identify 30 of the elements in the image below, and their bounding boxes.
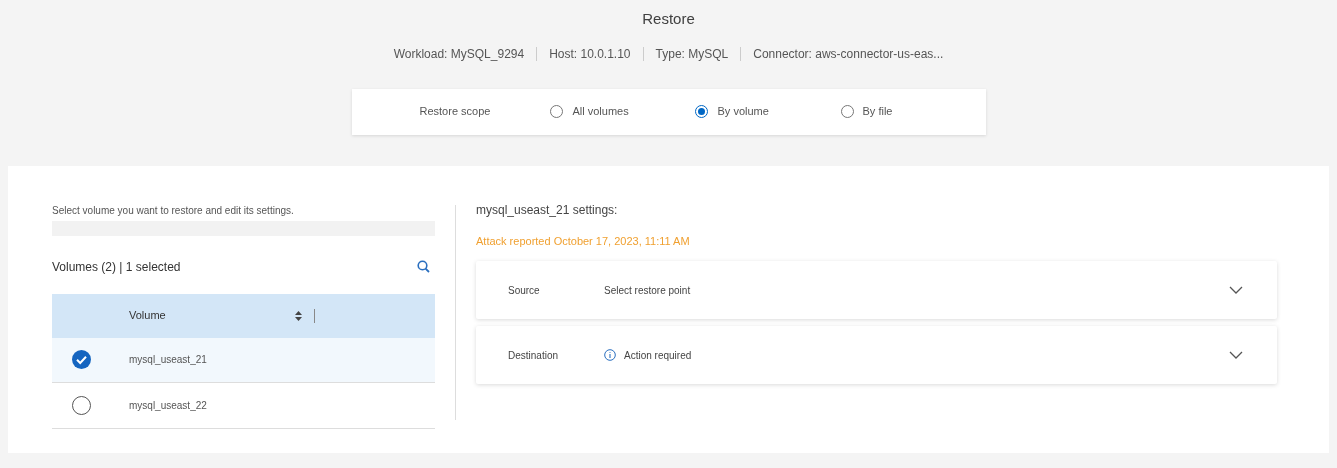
scope-radio[interactable]: By volume xyxy=(695,103,841,120)
section-value: Action required xyxy=(624,348,693,363)
radio-icon[interactable] xyxy=(72,395,91,415)
workload-info: Host: 10.0.1.10 xyxy=(549,45,631,63)
workload-info: Workload: MySQL_9294 xyxy=(393,45,525,63)
volume-row[interactable]: mysql_useast_21 xyxy=(52,337,435,383)
checked-icon[interactable] xyxy=(72,350,91,369)
workload-info: Connector: aws-connector-us-eas... xyxy=(753,45,944,63)
volume-name: mysql_useast_21 xyxy=(129,353,207,367)
column-header[interactable]: Volume xyxy=(129,307,295,324)
instruction-text: Select volume you want to restore and edit its settings. xyxy=(52,203,295,218)
section-label: Destination xyxy=(508,348,560,363)
restore-scope-label: Restore scope xyxy=(419,104,492,120)
sort-icon[interactable] xyxy=(295,310,302,321)
settings-section[interactable]: Source Select restore point xyxy=(476,261,1277,319)
chevron-icon xyxy=(1229,286,1243,294)
workload-info: Type: MySQL xyxy=(655,45,729,63)
info-icon xyxy=(604,349,616,361)
section-value: Select restore point xyxy=(604,283,692,298)
section-label: Source xyxy=(508,283,541,298)
settings-title: mysql_useast_21 settings: xyxy=(476,201,618,219)
attack-message: Attack reported October 17, 2023, 11:11 AM xyxy=(476,233,690,249)
page-title: Restore xyxy=(642,9,695,29)
chevron-icon xyxy=(1229,351,1243,359)
search-icon[interactable] xyxy=(417,260,430,273)
scope-radio[interactable]: By file xyxy=(840,103,986,120)
scope-radio[interactable]: All volumes xyxy=(550,103,696,120)
settings-section[interactable]: Destination Action required xyxy=(476,326,1277,384)
volume-name: mysql_useast_22 xyxy=(129,398,207,413)
volumes-heading: Volumes (2) | 1 selected xyxy=(52,258,181,276)
